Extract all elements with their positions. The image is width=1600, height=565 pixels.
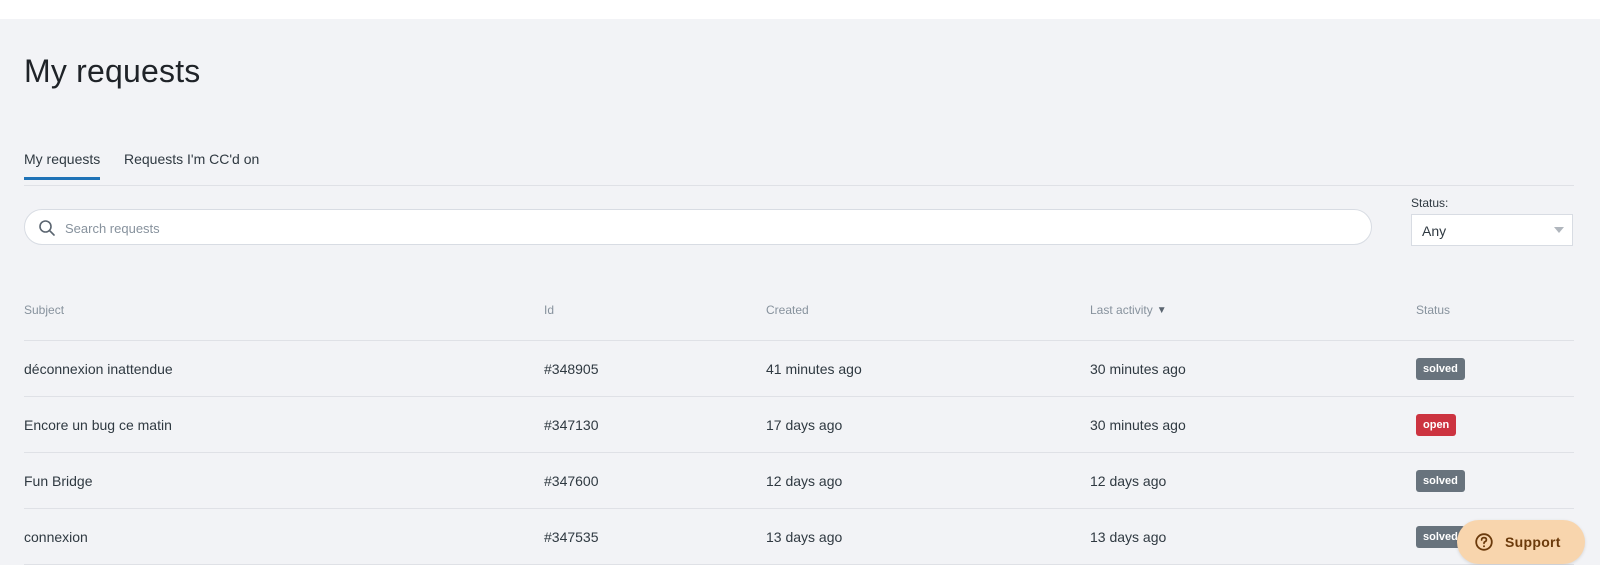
column-header-created[interactable]: Created	[766, 303, 809, 317]
request-id: #347130	[544, 417, 599, 433]
request-subject-link[interactable]: Fun Bridge	[24, 473, 92, 489]
column-header-subject[interactable]: Subject	[24, 303, 64, 317]
status-badge: open	[1416, 414, 1457, 436]
status-filter-select[interactable]: Any	[1411, 214, 1573, 246]
request-last-activity: 13 days ago	[1090, 529, 1167, 545]
request-last-activity: 12 days ago	[1090, 473, 1167, 489]
requests-table: Subject Id Created Last activity ▼ Status…	[24, 289, 1574, 565]
table-row: Encore un bug ce matin #347130 17 days a…	[24, 397, 1574, 453]
table-header: Subject Id Created Last activity ▼ Status	[24, 289, 1574, 341]
tab-my-requests[interactable]: My requests	[24, 151, 101, 180]
top-header-bar	[0, 0, 1600, 19]
page-title: My requests	[24, 53, 201, 89]
status-filter-value: Any	[1422, 223, 1447, 239]
search-box	[24, 209, 1372, 246]
column-header-id[interactable]: Id	[544, 303, 554, 317]
request-subject-link[interactable]: Encore un bug ce matin	[24, 417, 172, 433]
column-header-last-activity[interactable]: Last activity ▼	[1090, 303, 1167, 317]
status-filter-label: Status:	[1411, 196, 1449, 210]
request-created: 41 minutes ago	[766, 361, 862, 377]
search-icon	[39, 220, 55, 236]
request-id: #348905	[544, 361, 599, 377]
request-last-activity: 30 minutes ago	[1090, 417, 1186, 433]
request-tabs: My requests Requests I'm CC'd on	[24, 129, 1574, 186]
request-subject-link[interactable]: connexion	[24, 529, 88, 545]
table-row: déconnexion inattendue #348905 41 minute…	[24, 341, 1574, 397]
search-input[interactable]	[63, 210, 1357, 246]
help-circle-icon	[1475, 533, 1493, 551]
request-id: #347535	[544, 529, 599, 545]
requests-page: My requests My requests Requests I'm CC'…	[0, 19, 1600, 565]
chevron-down-icon	[1554, 227, 1564, 233]
tab-requests-cc[interactable]: Requests I'm CC'd on	[124, 151, 259, 167]
request-subject-link[interactable]: déconnexion inattendue	[24, 361, 173, 377]
sort-descending-icon: ▼	[1156, 305, 1167, 316]
table-row: Fun Bridge #347600 12 days ago 12 days a…	[24, 453, 1574, 509]
table-row: connexion #347535 13 days ago 13 days ag…	[24, 509, 1574, 565]
request-last-activity: 30 minutes ago	[1090, 361, 1186, 377]
support-button[interactable]: Support	[1457, 520, 1585, 564]
request-created: 13 days ago	[766, 529, 843, 545]
status-badge: solved	[1416, 470, 1465, 492]
request-id: #347600	[544, 473, 599, 489]
request-created: 12 days ago	[766, 473, 843, 489]
status-badge: solved	[1416, 358, 1465, 380]
column-header-status[interactable]: Status	[1416, 303, 1450, 317]
column-header-last-activity-label: Last activity	[1090, 303, 1153, 317]
request-created: 17 days ago	[766, 417, 843, 433]
